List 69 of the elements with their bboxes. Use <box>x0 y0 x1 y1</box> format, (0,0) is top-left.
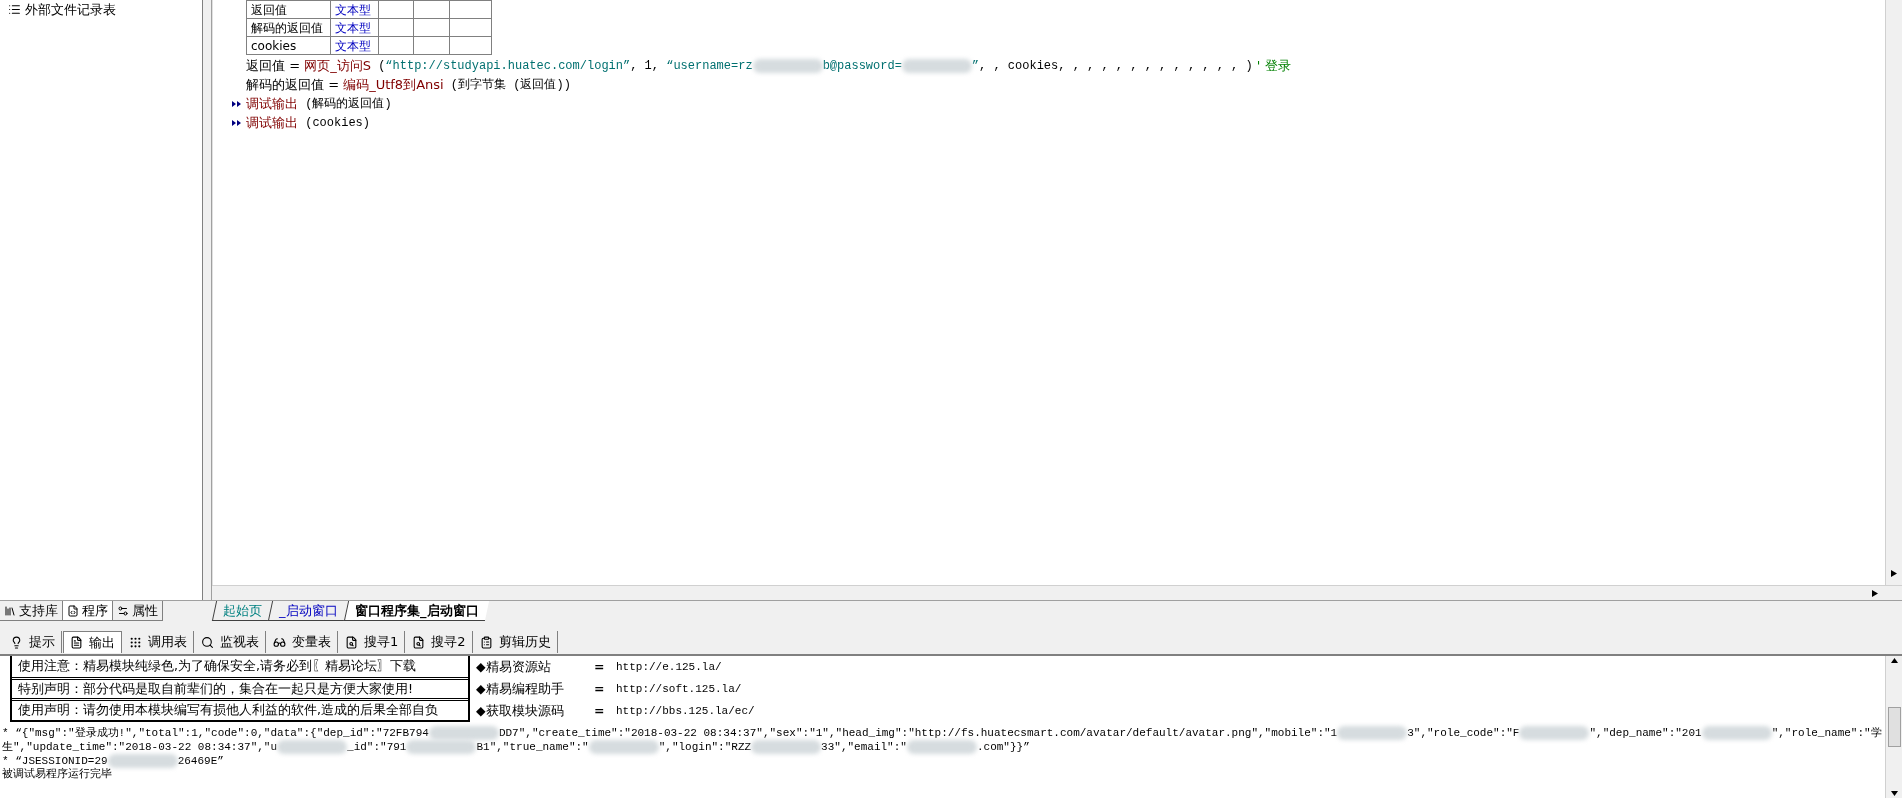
output-tab[interactable]: 提示 <box>4 631 62 653</box>
log-line: * “{"msg":"登录成功!","total":1,"code":0,"data":{"dep_id":"72FB794 DD7","create_time":"2018-03-22 08:34:37","sex":"1","head_img":"http://fs.huatecsmart.com/avatar/default/avatar.png","mobile":"1 3","role_code":"F ","dep_name":"201 ","role_name":"学生","update_time":"2018-03-22 08:34:37","u _id":"791 B1","true_name":" ","login":"RZZ 33","email":" .com"}}” <box>2 726 1883 754</box>
code-line: 调试输出 (cookies) <box>246 113 370 132</box>
redaction-blur <box>751 740 822 754</box>
table-cell: cookies <box>246 36 331 55</box>
table-cell: 文本型 <box>330 36 379 55</box>
tab-icon <box>412 635 426 649</box>
code-line: 返回值 = 网页_访问S (“http://studyapi.huatec.com/login”, 1, “username=rz b@password= ”, , cookies, , , , , , , , , , , , , ) ' 登录 <box>246 56 1291 75</box>
code-line: 解码的返回值 = 编码_Utf8到Ansi (到字节集 (返回值)) <box>246 75 571 94</box>
tab-icon <box>10 635 23 649</box>
redaction-blur <box>588 740 659 754</box>
panel-tab[interactable]: 程序 <box>63 601 113 621</box>
table-cell: 解码的返回值 <box>246 18 331 37</box>
tab-icon <box>70 636 83 649</box>
arrow-right-icon <box>1872 589 1878 597</box>
link-label: ◆获取模块源码 <box>476 702 565 721</box>
redaction-blur <box>406 740 477 754</box>
output-tab[interactable]: 输出 <box>63 631 122 653</box>
panel-tab[interactable]: 属性 <box>113 601 163 621</box>
redaction-blur <box>428 726 499 740</box>
equals-sign: = <box>594 680 606 699</box>
tab-icon <box>4 604 16 617</box>
vertical-scrollbar[interactable] <box>1885 656 1902 798</box>
log-line: * “JSESSIONID=29 26469E” <box>2 754 225 768</box>
link-label: ◆精易资源站 <box>476 658 552 677</box>
output-tab[interactable]: 搜寻2 <box>406 631 473 653</box>
url-text[interactable]: http://e.125.la/ <box>616 659 722 676</box>
redaction-blur <box>277 740 348 754</box>
panel-tab[interactable]: 支持库 <box>0 601 63 621</box>
tab-icon <box>117 604 129 617</box>
redaction-blur <box>752 58 823 73</box>
equals-sign: = <box>594 702 606 721</box>
table-cell: 文本型 <box>330 0 379 19</box>
output-tab[interactable]: 监视表 <box>195 631 266 653</box>
output-tab[interactable]: 剪辑历史 <box>473 631 558 653</box>
log-line: 被调试易程序运行完毕 <box>2 768 113 780</box>
output-tab[interactable]: 搜寻1 <box>339 631 406 653</box>
redaction-blur <box>1701 726 1772 740</box>
redaction-blur <box>1337 726 1408 740</box>
notice-text: 使用注意：精易模块纯绿色,为了确保安全,请务必到〖精易论坛〗下载 <box>17 657 417 676</box>
notice-text: 特别声明：部分代码是取自前辈们的，集合在一起只是方便大家使用! <box>12 677 468 698</box>
notice-text: 使用声明：请勿使用本模块编写有损他人利益的软件,造成的后果全部自负 <box>12 698 468 719</box>
table-cell: 返回值 <box>246 0 331 19</box>
arrow-up-icon <box>1890 658 1898 663</box>
scrollbar-thumb[interactable] <box>1887 707 1901 747</box>
arrow-right-icon <box>1891 570 1897 577</box>
editor-tab[interactable]: 窗口程序集_启动窗口 <box>343 601 489 621</box>
url-text[interactable]: http://bbs.125.la/ec/ <box>616 703 755 720</box>
tree-item[interactable]: 外部文件记录表 <box>8 0 116 20</box>
output-tab[interactable]: 变量表 <box>267 631 338 653</box>
tab-icon <box>479 635 493 649</box>
url-text[interactable]: http://soft.125.la/ <box>616 681 742 698</box>
equals-sign: = <box>594 658 606 677</box>
code-line: 调试输出 (解码的返回值) <box>246 94 392 113</box>
horizontal-scrollbar[interactable] <box>212 585 1902 600</box>
tab-icon <box>201 635 214 649</box>
output-tab[interactable]: 调用表 <box>123 631 194 653</box>
tab-icon <box>273 635 286 649</box>
table-cell: 文本型 <box>330 18 379 37</box>
tab-icon <box>67 604 79 617</box>
redaction-blur <box>107 754 178 768</box>
tab-icon <box>129 635 142 649</box>
redaction-blur <box>906 740 977 754</box>
tab-icon <box>345 635 358 649</box>
arrow-down-icon <box>1890 791 1898 796</box>
list-icon <box>8 3 21 17</box>
redaction-blur <box>1519 726 1590 740</box>
link-label: ◆精易编程助手 <box>476 680 565 699</box>
redaction-blur <box>901 58 972 73</box>
